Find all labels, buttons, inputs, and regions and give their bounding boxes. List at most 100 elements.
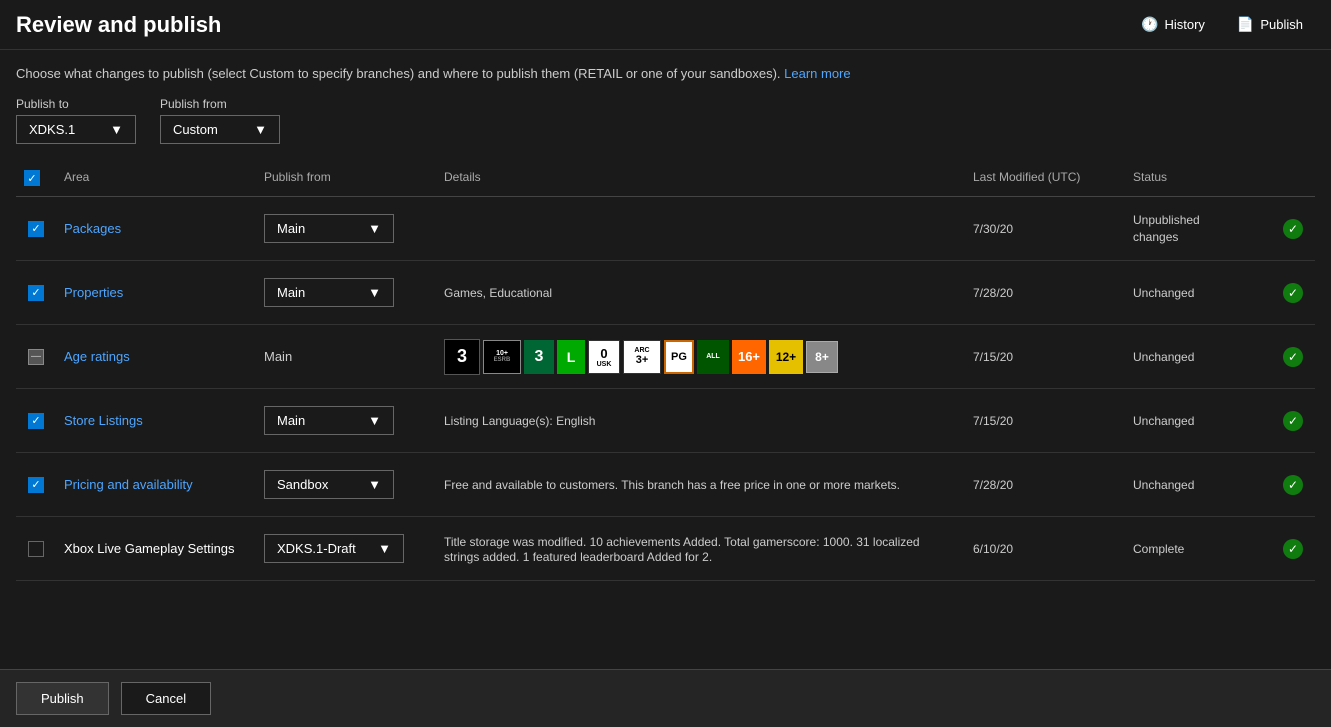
chevron-down-icon-prop: ▼ bbox=[368, 285, 381, 300]
pricing-modified: 7/28/20 bbox=[973, 478, 1013, 492]
badge-8-icon: 8+ bbox=[806, 341, 838, 373]
age-ratings-status: Unchanged bbox=[1133, 350, 1194, 364]
header-checkbox-cell bbox=[16, 166, 56, 190]
controls-row: Publish to XDKS.1 ▼ Publish from Custom … bbox=[16, 97, 1315, 144]
publish-from-group: Publish from Custom ▼ bbox=[160, 97, 280, 144]
pricing-checkbox[interactable] bbox=[28, 477, 44, 493]
store-listings-ok-cell: ✓ bbox=[1275, 403, 1315, 439]
packages-branch-dropdown[interactable]: Main ▼ bbox=[264, 214, 394, 243]
publish-to-label: Publish to bbox=[16, 97, 136, 111]
chevron-down-icon-2: ▼ bbox=[254, 122, 267, 137]
properties-ok-icon: ✓ bbox=[1283, 283, 1303, 303]
pricing-status-cell: Unchanged bbox=[1125, 470, 1275, 500]
age-ratings-status-cell: Unchanged bbox=[1125, 342, 1275, 372]
badge-pg-icon: PG bbox=[664, 340, 694, 374]
badge-16-icon: 16+ bbox=[732, 340, 766, 374]
footer: Publish Cancel bbox=[0, 669, 1331, 727]
table-header: Area Publish from Details Last Modified … bbox=[16, 160, 1315, 197]
pricing-branch-dropdown[interactable]: Sandbox ▼ bbox=[264, 470, 394, 499]
xbox-live-area: Xbox Live Gameplay Settings bbox=[64, 541, 235, 556]
age-ratings-checkbox[interactable] bbox=[28, 349, 44, 365]
packages-status-cell: Unpublishedchanges bbox=[1125, 204, 1275, 254]
packages-ok-cell: ✓ bbox=[1275, 211, 1315, 247]
table-row: Store Listings Main ▼ Listing Language(s… bbox=[16, 389, 1315, 453]
store-listings-details: Listing Language(s): English bbox=[444, 414, 595, 428]
table-row: Packages Main ▼ 7/30/20 Unpublishedchang… bbox=[16, 197, 1315, 261]
badge-pegi3-icon: 3 bbox=[524, 340, 554, 374]
packages-modified: 7/30/20 bbox=[973, 222, 1013, 236]
badge-l-icon: L bbox=[557, 340, 585, 374]
properties-checkbox[interactable] bbox=[28, 285, 44, 301]
table-row: Properties Main ▼ Games, Educational 7/2… bbox=[16, 261, 1315, 325]
properties-details: Games, Educational bbox=[444, 286, 552, 300]
publish-to-group: Publish to XDKS.1 ▼ bbox=[16, 97, 136, 144]
store-listings-branch-dropdown[interactable]: Main ▼ bbox=[264, 406, 394, 435]
badge-grac-icon: ALL bbox=[697, 340, 729, 374]
header-last-modified: Last Modified (UTC) bbox=[965, 166, 1125, 190]
description-text: Choose what changes to publish (select C… bbox=[16, 66, 1315, 81]
table-row: Age ratings Main 3 10+ ESRB 3 L 0 USK bbox=[16, 325, 1315, 389]
age-ratings-badges: 3 10+ ESRB 3 L 0 USK ARC 3+ PG bbox=[444, 339, 957, 375]
packages-checkbox[interactable] bbox=[28, 221, 44, 237]
chevron-down-icon-xl: ▼ bbox=[378, 541, 391, 556]
history-label: History bbox=[1164, 17, 1204, 32]
store-listings-status-cell: Unchanged bbox=[1125, 406, 1275, 436]
publish-from-label: Publish from bbox=[160, 97, 280, 111]
publish-button[interactable]: Publish bbox=[16, 682, 109, 715]
page-title: Review and publish bbox=[16, 12, 221, 38]
history-button[interactable]: 🕐 History bbox=[1129, 10, 1217, 39]
badge-3-icon: 3 bbox=[444, 339, 480, 375]
xbox-live-details: Title storage was modified. 10 achieveme… bbox=[444, 535, 920, 564]
properties-link[interactable]: Properties bbox=[64, 285, 123, 300]
table-row: Pricing and availability Sandbox ▼ Free … bbox=[16, 453, 1315, 517]
chevron-down-icon: ▼ bbox=[110, 122, 123, 137]
xbox-live-branch-dropdown[interactable]: XDKS.1-Draft ▼ bbox=[264, 534, 404, 563]
properties-status-cell: Unchanged bbox=[1125, 278, 1275, 308]
store-listings-ok-icon: ✓ bbox=[1283, 411, 1303, 431]
pricing-link[interactable]: Pricing and availability bbox=[64, 477, 193, 492]
properties-status: Unchanged bbox=[1133, 286, 1194, 300]
badge-arc-icon: ARC 3+ bbox=[623, 340, 661, 374]
store-listings-link[interactable]: Store Listings bbox=[64, 413, 143, 428]
publish-icon: 📄 bbox=[1237, 16, 1254, 33]
age-ratings-ok-icon: ✓ bbox=[1283, 347, 1303, 367]
header-actions: 🕐 History 📄 Publish bbox=[1129, 10, 1315, 39]
header-area: Area bbox=[56, 166, 256, 190]
header-status: Status bbox=[1125, 166, 1275, 190]
properties-ok-cell: ✓ bbox=[1275, 275, 1315, 311]
table-row: Xbox Live Gameplay Settings XDKS.1-Draft… bbox=[16, 517, 1315, 581]
xbox-live-status: Complete bbox=[1133, 542, 1184, 556]
header-publish-label: Publish bbox=[1260, 17, 1303, 32]
xbox-live-ok-icon: ✓ bbox=[1283, 539, 1303, 559]
age-ratings-modified: 7/15/20 bbox=[973, 350, 1013, 364]
store-listings-checkbox[interactable] bbox=[28, 413, 44, 429]
chevron-down-icon-pkg: ▼ bbox=[368, 221, 381, 236]
publish-from-dropdown[interactable]: Custom ▼ bbox=[160, 115, 280, 144]
main-content: Choose what changes to publish (select C… bbox=[0, 50, 1331, 581]
packages-link[interactable]: Packages bbox=[64, 221, 121, 236]
learn-more-link[interactable]: Learn more bbox=[784, 66, 850, 81]
cancel-button[interactable]: Cancel bbox=[121, 682, 211, 715]
chevron-down-icon-sl: ▼ bbox=[368, 413, 381, 428]
store-listings-status: Unchanged bbox=[1133, 414, 1194, 428]
packages-ok-icon: ✓ bbox=[1283, 219, 1303, 239]
properties-modified: 7/28/20 bbox=[973, 286, 1013, 300]
age-ratings-link[interactable]: Age ratings bbox=[64, 349, 130, 364]
pricing-ok-cell: ✓ bbox=[1275, 467, 1315, 503]
select-all-checkbox[interactable] bbox=[24, 170, 40, 186]
store-listings-checkbox-cell bbox=[16, 405, 56, 437]
xbox-live-modified: 6/10/20 bbox=[973, 542, 1013, 556]
pricing-details: Free and available to customers. This br… bbox=[444, 478, 900, 492]
store-listings-modified: 7/15/20 bbox=[973, 414, 1013, 428]
badge-usk0-icon: 0 USK bbox=[588, 340, 620, 374]
history-icon: 🕐 bbox=[1141, 16, 1158, 33]
properties-branch-dropdown[interactable]: Main ▼ bbox=[264, 278, 394, 307]
xbox-live-checkbox[interactable] bbox=[28, 541, 44, 557]
header-publish-button[interactable]: 📄 Publish bbox=[1225, 10, 1315, 39]
age-ratings-branch: Main bbox=[264, 349, 292, 364]
page-header: Review and publish 🕐 History 📄 Publish bbox=[0, 0, 1331, 50]
header-details: Details bbox=[436, 166, 965, 190]
publish-to-dropdown[interactable]: XDKS.1 ▼ bbox=[16, 115, 136, 144]
badge-12-icon: 12+ bbox=[769, 340, 803, 374]
table: Area Publish from Details Last Modified … bbox=[16, 160, 1315, 581]
